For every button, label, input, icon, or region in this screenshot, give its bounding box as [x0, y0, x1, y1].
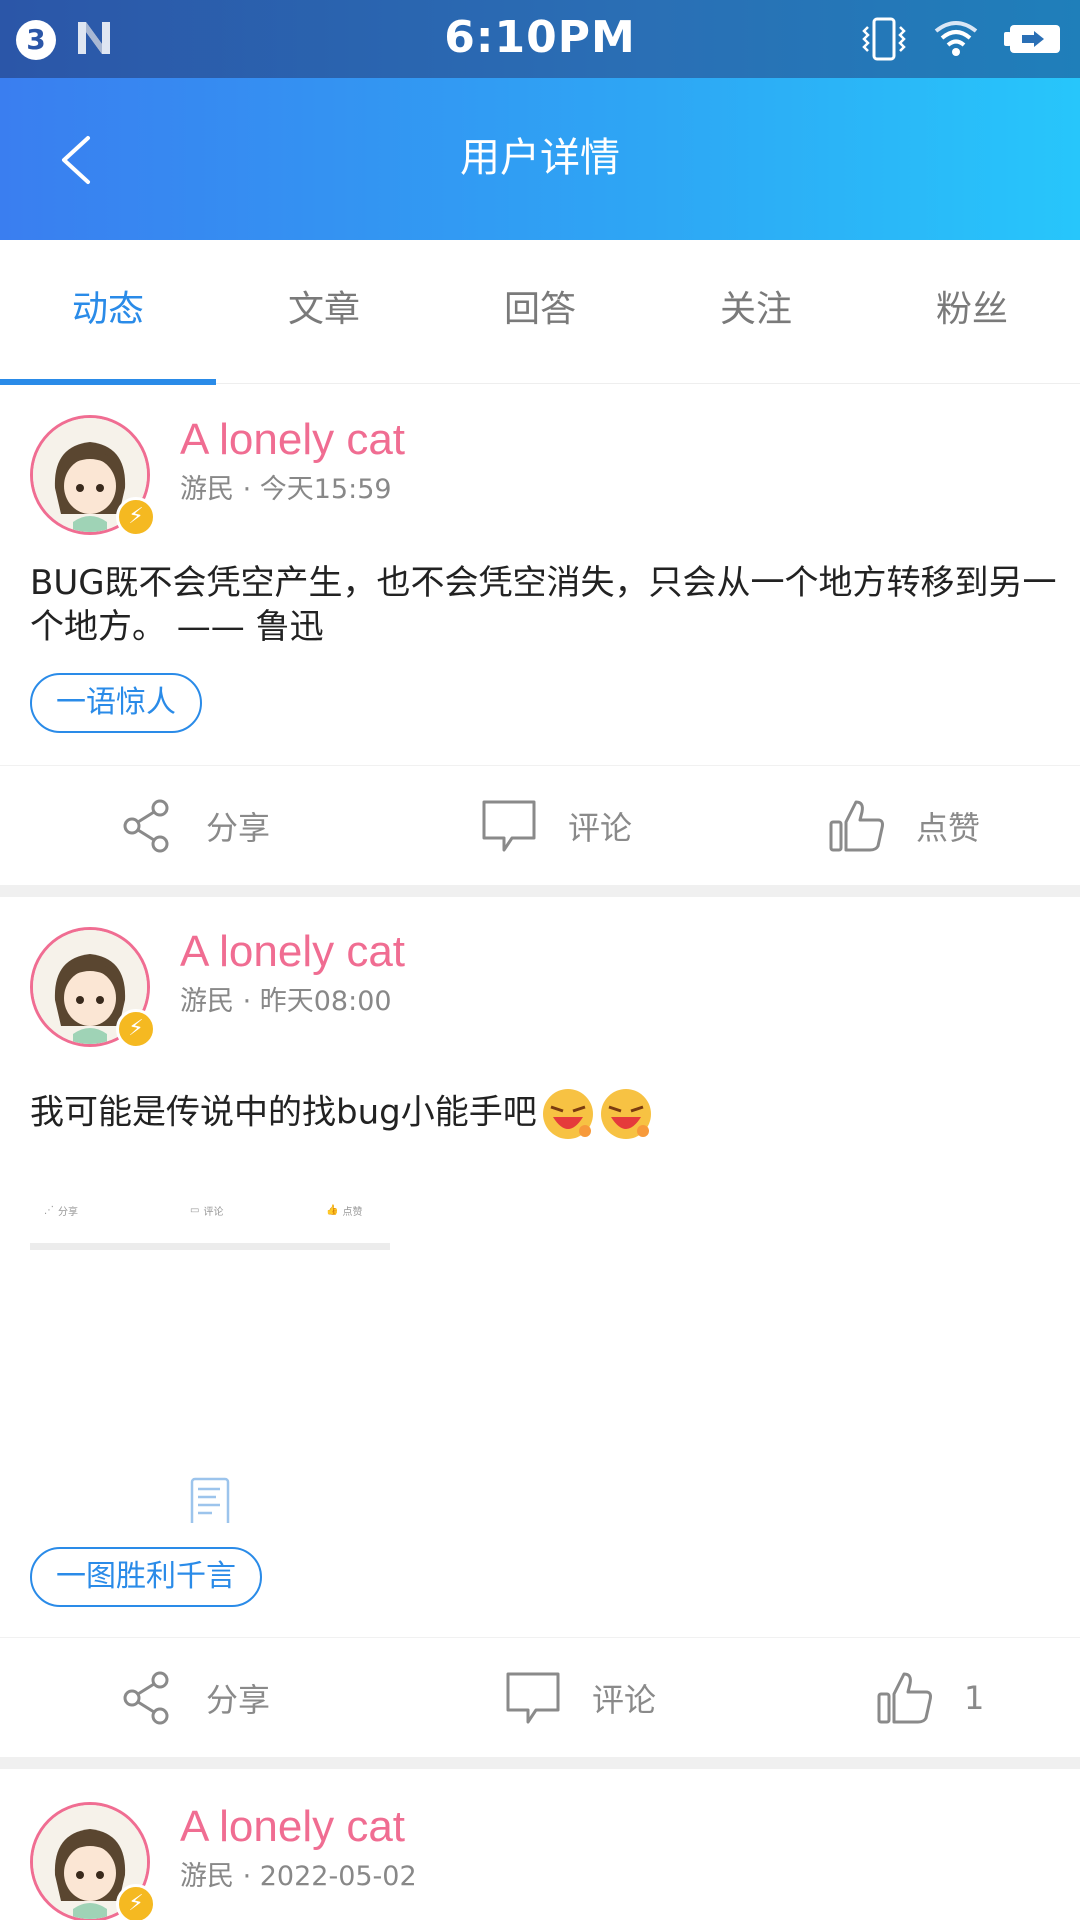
post-meta: 游民 · 今天15:59: [180, 474, 392, 505]
share-button[interactable]: 分享: [120, 1638, 270, 1758]
wifi-icon: [934, 21, 978, 56]
comment-button[interactable]: 评论: [480, 766, 632, 886]
post-content: BUG既不会凭空产生，也不会凭空消失，只会从一个地方转移到另一个地方。 —— 鲁…: [30, 563, 1057, 647]
like-count: 1: [964, 1679, 985, 1717]
status-bar: 3 6:10PM: [0, 0, 1080, 78]
post-card: ⚡ A lonely cat 游民 · 2022-05-02: [0, 1772, 1080, 1920]
like-button[interactable]: 1: [876, 1638, 984, 1758]
comment-label: 评论: [592, 1681, 657, 1719]
preview-like: 👍 点赞: [326, 1205, 363, 1218]
post-content: 我可能是传说中的找bug小能手吧: [30, 1087, 1060, 1141]
tab-activity[interactable]: 动态: [0, 240, 216, 385]
comment-icon: [506, 1672, 560, 1724]
post-actions: 分享 评论 1: [0, 1637, 1080, 1757]
page-title: 用户详情: [460, 135, 620, 181]
comment-icon: [482, 800, 536, 852]
avatar[interactable]: ⚡: [30, 415, 156, 537]
post-card: ⚡ A lonely cat 游民 · 昨天08:00 我可能是传说中的找bug…: [0, 897, 1080, 1769]
lightning-icon: ⚡: [116, 1884, 156, 1920]
share-label: 分享: [206, 1681, 271, 1719]
share-button[interactable]: 分享: [120, 766, 270, 886]
section-divider: [0, 1757, 1080, 1769]
comment-button[interactable]: 评论: [504, 1638, 656, 1758]
user-name[interactable]: A lonely cat: [180, 1802, 405, 1852]
user-name[interactable]: A lonely cat: [180, 415, 405, 465]
thumbs-up-icon: 👍: [326, 1205, 339, 1216]
thumbs-up-icon: [877, 1672, 932, 1724]
document-icon: [190, 1477, 230, 1523]
user-name[interactable]: A lonely cat: [180, 927, 405, 977]
share-icon: ⋰: [44, 1205, 54, 1216]
post-meta: 游民 · 昨天08:00: [180, 986, 392, 1017]
app-header: 用户详情: [0, 78, 1080, 240]
comment-icon: ▭: [190, 1205, 200, 1216]
preview-share: ⋰ 分享: [44, 1205, 78, 1218]
avatar[interactable]: ⚡: [30, 927, 156, 1049]
tab-articles[interactable]: 文章: [216, 240, 432, 383]
post-actions: 分享 评论 点赞: [0, 765, 1080, 885]
laughing-emoji-icon: [600, 1089, 651, 1139]
section-divider: [0, 885, 1080, 897]
tab-answers[interactable]: 回答: [432, 240, 648, 383]
like-label: 点赞: [916, 809, 981, 847]
topic-tag[interactable]: 一图胜利千言: [30, 1547, 262, 1607]
tab-following[interactable]: 关注: [648, 240, 864, 383]
tab-fans[interactable]: 粉丝: [864, 240, 1080, 383]
preview-divider: [30, 1243, 390, 1250]
vibrate-icon: [862, 17, 906, 61]
share-icon: [123, 1671, 169, 1725]
post-meta: 游民 · 2022-05-02: [180, 1861, 417, 1892]
comment-label: 评论: [568, 809, 633, 847]
share-icon: [123, 799, 169, 853]
avatar[interactable]: ⚡: [30, 1802, 156, 1920]
topic-tag[interactable]: 一语惊人: [30, 673, 202, 733]
like-button[interactable]: 点赞: [828, 766, 980, 886]
tab-bar: 动态 文章 回答 关注 粉丝: [0, 240, 1080, 385]
battery-charging-icon: [1004, 25, 1060, 53]
lightning-icon: ⚡: [116, 497, 156, 537]
image-preview[interactable]: ⋰ 分享 ▭ 评论 👍 点赞: [30, 1197, 390, 1267]
preview-comment: ▭ 评论: [190, 1205, 224, 1218]
share-label: 分享: [206, 809, 271, 847]
status-icons: [860, 14, 1062, 64]
thumbs-up-icon: [829, 800, 884, 852]
laughing-emoji-icon: [542, 1089, 593, 1139]
lightning-icon: ⚡: [116, 1009, 156, 1049]
post-text: 我可能是传说中的找bug小能手吧: [30, 1092, 537, 1133]
post-card: ⚡ A lonely cat 游民 · 今天15:59 BUG既不会凭空产生，也…: [0, 385, 1080, 897]
